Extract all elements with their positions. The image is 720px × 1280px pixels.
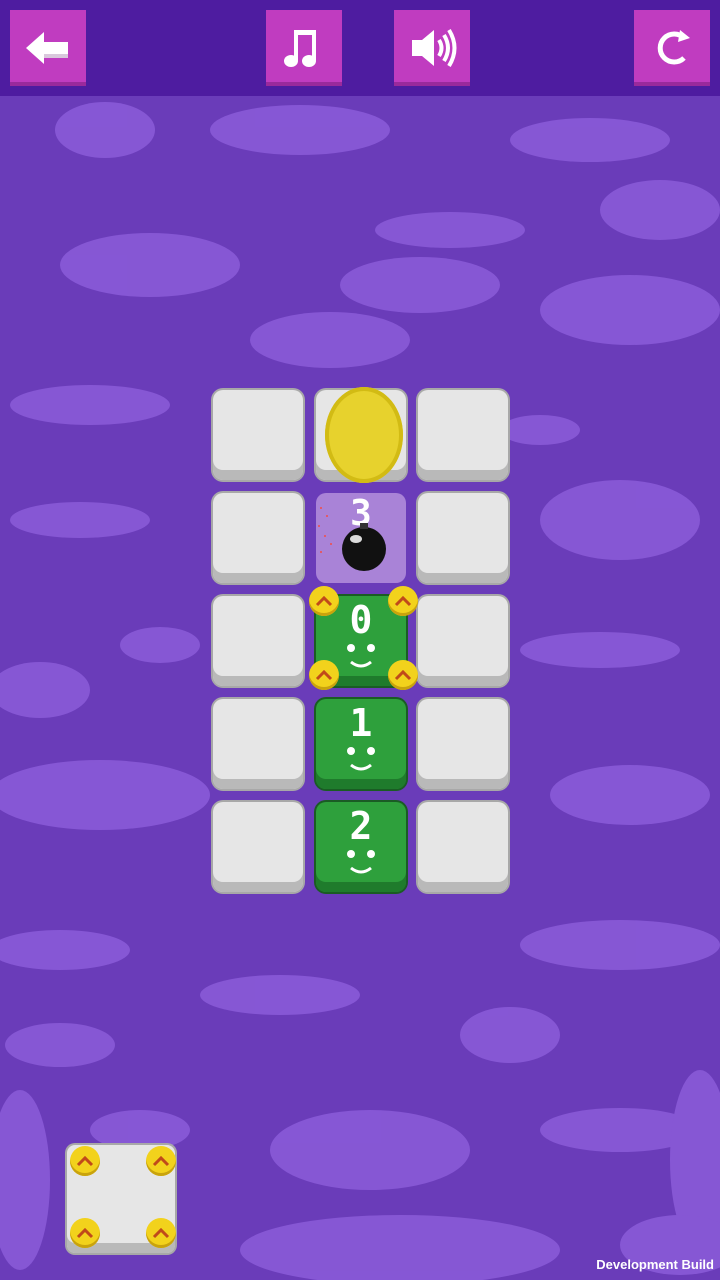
chevron-up-icon — [309, 586, 339, 616]
chevron-up-icon — [70, 1146, 100, 1176]
bomb-tile: 3 — [316, 493, 406, 583]
board-tile[interactable] — [418, 493, 508, 583]
chevron-up-icon — [388, 660, 418, 690]
board-tile[interactable] — [418, 596, 508, 686]
board-tile[interactable] — [213, 699, 303, 789]
restart-icon — [657, 30, 690, 65]
development-build-label: Development Build — [596, 1257, 714, 1272]
board-tile[interactable] — [418, 390, 508, 480]
chevron-up-icon — [388, 586, 418, 616]
chevron-up-icon — [309, 660, 339, 690]
board-tile[interactable] — [213, 493, 303, 583]
restart-button[interactable] — [634, 10, 710, 86]
sound-toggle-button[interactable] — [394, 10, 470, 86]
smiley-face-icon — [347, 644, 375, 668]
board-tile[interactable] — [418, 699, 508, 789]
smiley-face-icon — [347, 747, 375, 771]
chevron-up-icon — [146, 1218, 176, 1248]
board-tile[interactable] — [213, 390, 303, 480]
arrow-left-icon — [26, 32, 68, 64]
speaker-icon — [412, 28, 457, 68]
chevron-up-icon — [146, 1146, 176, 1176]
music-note-icon — [284, 30, 316, 67]
fuse-sparks-icon — [318, 507, 332, 553]
number-block[interactable]: 1 — [316, 699, 406, 789]
block-number: 2 — [349, 804, 373, 848]
number-block[interactable]: 2 — [316, 802, 406, 892]
chevron-up-icon — [70, 1218, 100, 1248]
back-button[interactable] — [10, 10, 86, 86]
block-number: 1 — [349, 701, 373, 745]
board-tile[interactable] — [213, 802, 303, 892]
board-tile[interactable] — [418, 802, 508, 892]
smiley-face-icon — [347, 850, 375, 874]
top-bar — [0, 0, 720, 96]
music-toggle-button[interactable] — [266, 10, 342, 86]
gold-coin — [325, 387, 403, 483]
board-tile[interactable] — [213, 596, 303, 686]
